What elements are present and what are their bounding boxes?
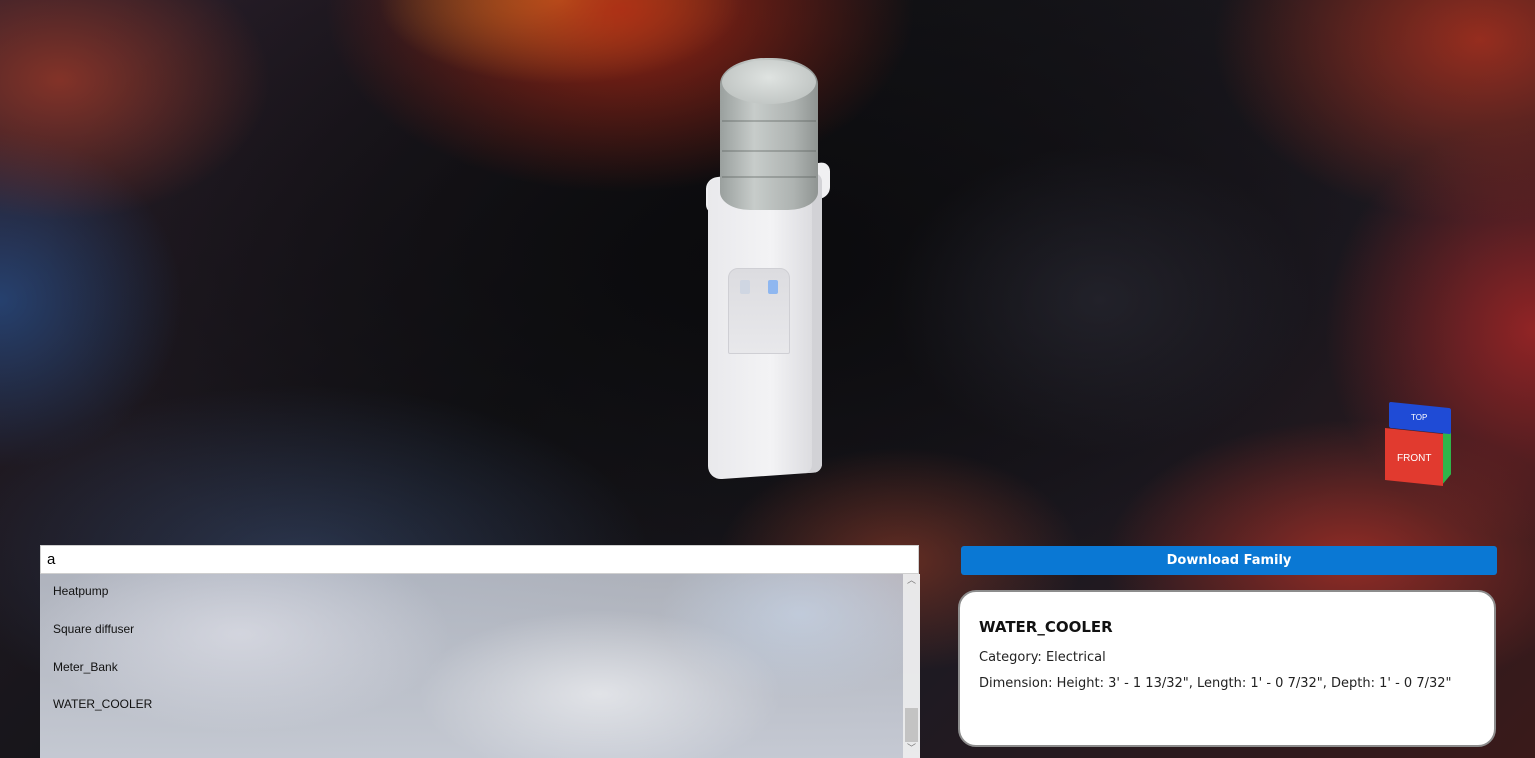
hot-tap bbox=[768, 280, 778, 294]
download-family-button[interactable]: Download Family bbox=[961, 546, 1497, 575]
view-cube[interactable]: TOP FRONT bbox=[1385, 401, 1455, 487]
family-dimension: Dimension: Height: 3' - 1 13/32", Length… bbox=[979, 676, 1452, 691]
scroll-up-icon[interactable]: ︿ bbox=[906, 576, 917, 586]
details-card: WATER_COOLER Category: Electrical Dimens… bbox=[958, 590, 1496, 747]
cold-tap bbox=[740, 280, 750, 294]
bottle-ring bbox=[722, 120, 816, 122]
bottle-ring bbox=[722, 176, 816, 178]
family-title: WATER_COOLER bbox=[979, 618, 1113, 636]
bottle-cap bbox=[722, 60, 816, 104]
scroll-down-icon[interactable]: ﹀ bbox=[906, 744, 917, 754]
list-item[interactable]: WATER_COOLER bbox=[53, 697, 152, 711]
list-item[interactable]: Heatpump bbox=[53, 584, 108, 598]
view-cube-front-label: FRONT bbox=[1397, 453, 1432, 464]
dispenser-recess bbox=[728, 268, 790, 354]
view-cube-top-label: TOP bbox=[1411, 413, 1428, 422]
family-category: Category: Electrical bbox=[979, 650, 1106, 665]
scroll-thumb[interactable] bbox=[905, 708, 918, 742]
scrollbar[interactable]: ︿ ﹀ bbox=[903, 574, 920, 758]
water-cooler-3d-model[interactable] bbox=[700, 58, 840, 480]
bottle-ring bbox=[722, 150, 816, 152]
list-item[interactable]: Meter_Bank bbox=[53, 660, 118, 674]
result-list[interactable]: Heatpump Square diffuser Meter_Bank WATE… bbox=[40, 574, 920, 758]
search-input[interactable] bbox=[40, 545, 919, 574]
list-item[interactable]: Square diffuser bbox=[53, 622, 134, 636]
